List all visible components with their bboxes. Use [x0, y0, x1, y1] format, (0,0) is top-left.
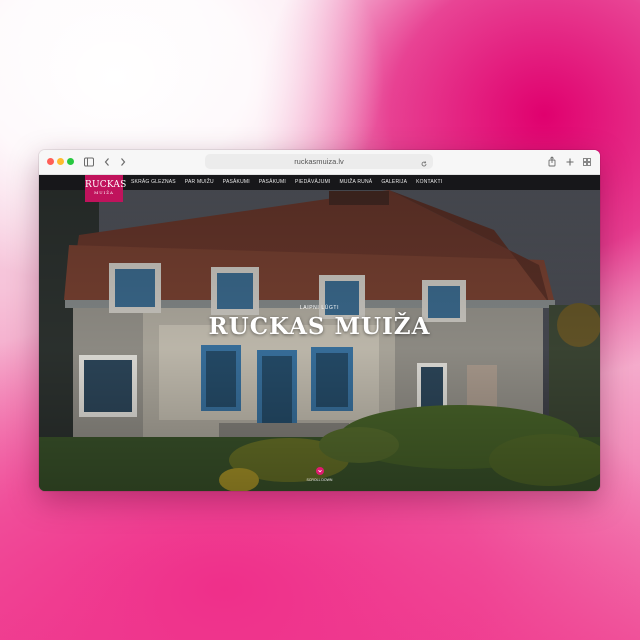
nav-item-pasakumi[interactable]: PASĀKUMI [223, 175, 250, 190]
logo-wordmark: RUCKAS [85, 180, 127, 190]
logo-subtitle: MUIŽA [94, 190, 114, 195]
nav-item-kontakti[interactable]: KONTAKTI [416, 175, 442, 190]
nav-item-par-muizu[interactable]: PAR MUIŽU [185, 175, 214, 190]
forward-icon[interactable] [119, 155, 127, 169]
browser-toolbar: ruckasmuiza.lv [39, 150, 600, 175]
chevron-down-icon [318, 470, 322, 473]
tab-overview-icon[interactable] [582, 155, 592, 169]
sidebar-icon[interactable] [84, 155, 94, 169]
site-logo[interactable]: RUCKAS MUIŽA [85, 175, 127, 202]
scroll-down-button[interactable] [316, 467, 324, 475]
reload-icon[interactable] [420, 156, 428, 174]
web-page: SKRĀG GLEZNAS PAR MUIŽU PASĀKUMI PASĀKUM… [39, 175, 600, 491]
browser-window: ruckasmuiza.lv SKRĀG GLEZNAS PAR MUIŽU P… [39, 150, 600, 491]
nav-item-galerija[interactable]: GALERIJA [381, 175, 407, 190]
address-bar[interactable]: ruckasmuiza.lv [205, 154, 433, 169]
share-icon[interactable] [547, 155, 557, 169]
url-text: ruckasmuiza.lv [294, 157, 344, 166]
hero-title: RUCKAS MUIŽA [208, 313, 431, 340]
nav-item-muiza-runa[interactable]: MUIŽA RUNĀ [339, 175, 372, 190]
new-tab-icon[interactable] [565, 155, 575, 169]
nav-item-skrag-gleznas[interactable]: SKRĀG GLEZNAS [131, 175, 176, 190]
close-window-button[interactable] [47, 158, 54, 165]
nav-item-piedavajumi[interactable]: PIEDĀVĀJUMI [295, 175, 331, 190]
zoom-window-button[interactable] [67, 158, 74, 165]
minimize-window-button[interactable] [57, 158, 64, 165]
back-icon[interactable] [103, 155, 111, 169]
scroll-down-label: SCROLL DOWN [306, 478, 333, 482]
nav-item-pasakumi-2[interactable]: PASĀKUMI [259, 175, 286, 190]
hero-eyebrow: LAIPNI LŪGTI [299, 305, 340, 311]
site-nav-menu: SKRĀG GLEZNAS PAR MUIŽU PASĀKUMI PASĀKUM… [131, 175, 442, 190]
